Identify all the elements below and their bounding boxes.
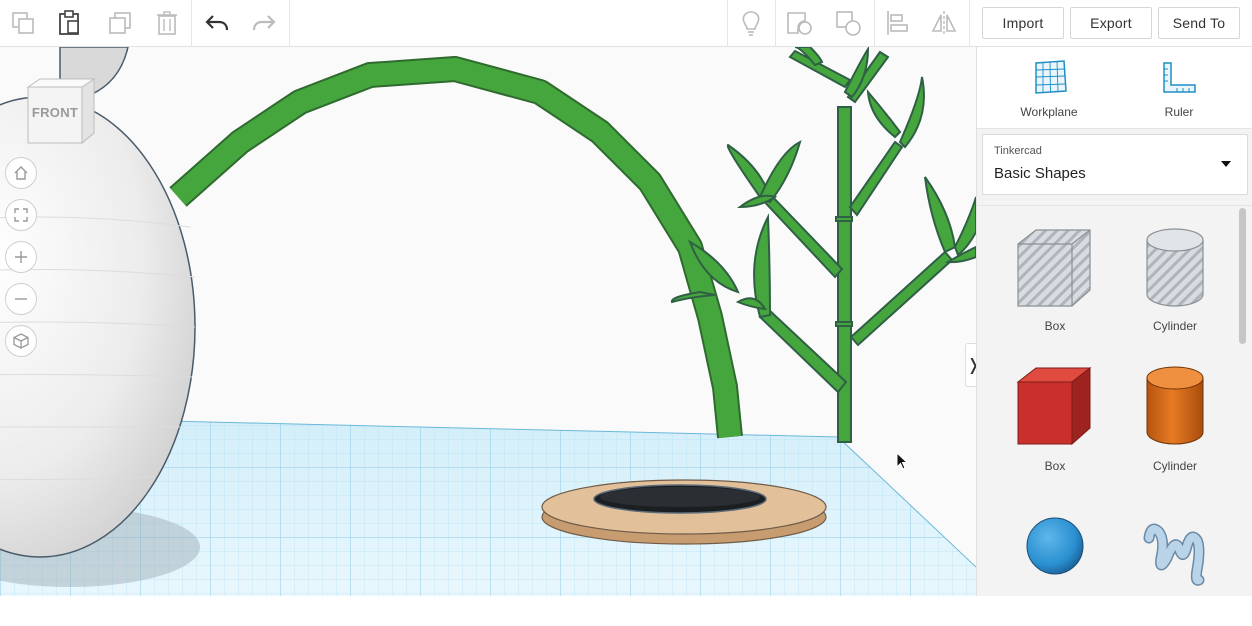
delete-icon[interactable] [148,4,186,42]
home-view-icon[interactable] [5,157,37,189]
send-to-button[interactable]: Send To [1158,7,1240,39]
red-box-icon [1016,366,1092,446]
toolbar-divider [289,0,290,47]
workplane-label: Workplane [1020,105,1078,119]
workplane-tool[interactable]: Workplane [999,57,1099,123]
shape-solid-box[interactable]: Box [1005,356,1105,476]
toolbar-divider [727,0,728,47]
blue-sphere-icon [1026,517,1084,575]
zoom-out-icon[interactable] [5,283,37,315]
shape-sphere[interactable] [1005,506,1105,626]
ruler-tool[interactable]: Ruler [1129,57,1229,123]
scribble-icon [1143,523,1205,586]
view-cube-front-label: FRONT [31,105,79,120]
shape-label: Box [1044,319,1066,333]
library-name-label: Basic Shapes [994,165,1086,182]
shape-hole-box[interactable]: Box [1005,216,1105,336]
perspective-icon[interactable] [5,325,37,357]
shape-label: Box [1044,459,1066,473]
shape-hole-cylinder[interactable]: Cylinder [1125,216,1225,336]
ungroup-icon[interactable] [829,4,867,42]
shape-scribble[interactable] [1125,506,1225,626]
ruler-label: Ruler [1164,105,1194,119]
panel-tools: Workplane Ruler [977,47,1252,129]
workplane-icon [1035,60,1067,94]
hole-cylinder-icon [1146,228,1204,307]
main-toolbar: Import Export Send To [0,0,1252,47]
group-icon[interactable] [780,4,818,42]
shapes-panel: Workplane Ruler Tinkercad Basic Shapes B… [976,47,1252,596]
orange-cylinder-icon [1146,366,1204,445]
view-cube[interactable]: FRONT [24,77,98,149]
mouse-cursor-icon [896,452,909,470]
shape-label: Cylinder [1152,319,1197,333]
undo-icon[interactable] [198,4,236,42]
import-button[interactable]: Import [982,7,1064,39]
shapes-scrollbar[interactable] [1239,208,1246,344]
toolbar-divider [969,0,970,47]
hole-box-icon [1017,229,1091,307]
zoom-in-icon[interactable] [5,241,37,273]
fit-view-icon[interactable] [5,199,37,231]
toolbar-divider [191,0,192,47]
toolbar-divider [874,0,875,47]
mirror-icon[interactable] [925,4,963,42]
scene-render [0,47,976,596]
export-button[interactable]: Export [1070,7,1152,39]
lightbulb-icon[interactable] [732,4,770,42]
duplicate-icon[interactable] [101,4,139,42]
library-source-label: Tinkercad [994,145,1042,157]
copy-icon[interactable] [4,4,42,42]
toolbar-divider [775,0,776,47]
shapes-grid: Box Cylinder Box Cylinder [977,205,1252,596]
workplane-viewport[interactable]: FRONT [0,47,976,596]
shape-label: Cylinder [1152,459,1197,473]
paste-icon[interactable] [51,4,89,42]
ruler-icon [1163,62,1196,93]
shape-solid-cylinder[interactable]: Cylinder [1125,356,1225,476]
chevron-down-icon [1221,161,1231,167]
align-icon[interactable] [878,4,916,42]
shape-library-select[interactable]: Tinkercad Basic Shapes [982,134,1248,195]
redo-icon[interactable] [245,4,283,42]
